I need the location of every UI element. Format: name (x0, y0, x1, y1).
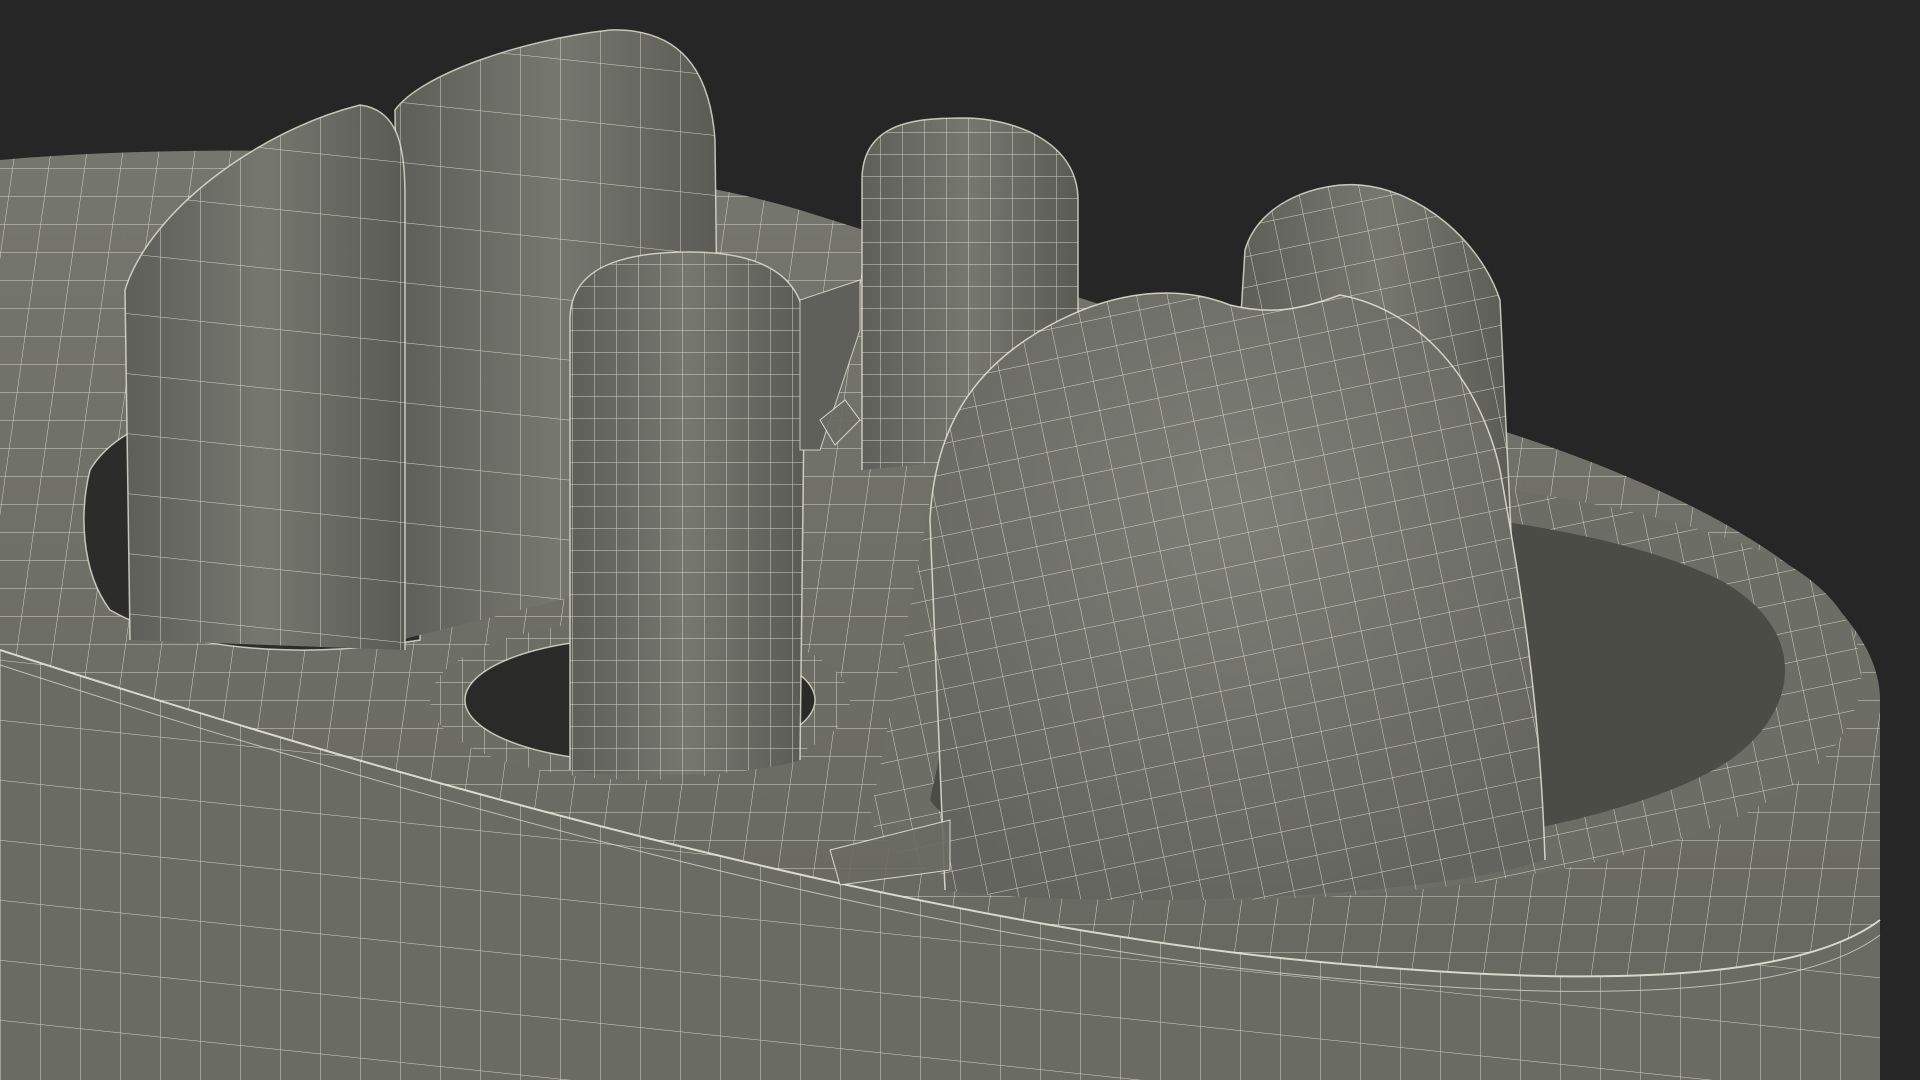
front-post (569, 251, 806, 776)
wireframe-render (0, 29, 1881, 1080)
render-viewport (0, 0, 1920, 1080)
right-blob (929, 292, 1546, 900)
